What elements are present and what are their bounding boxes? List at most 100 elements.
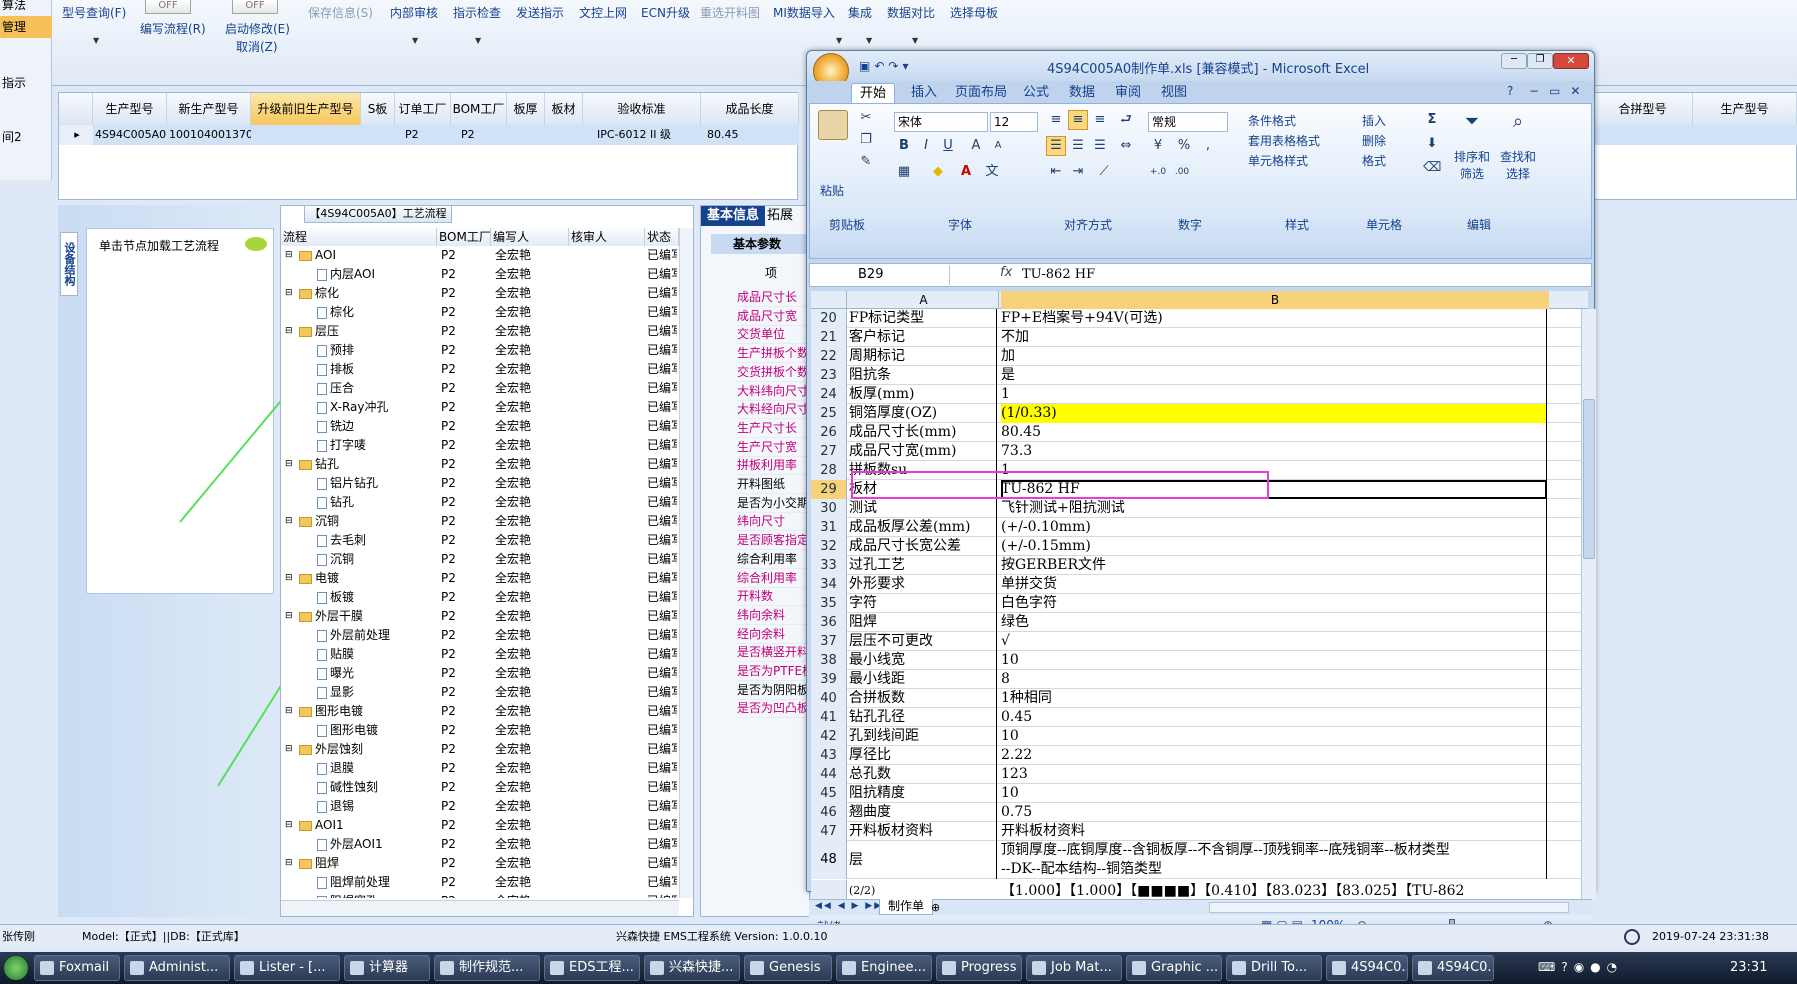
orientation-icon[interactable]: ⟋	[1094, 162, 1114, 182]
decrease-indent-icon[interactable]: ⇤	[1046, 162, 1066, 182]
row-number[interactable]: 23	[811, 366, 847, 385]
cell-style-button[interactable]: 单元格样式	[1248, 152, 1308, 169]
tree-row[interactable]: 去毛刺 P2 全宏艳 已编写	[281, 531, 677, 550]
ribbon-internal-review[interactable]: 内部审核	[390, 4, 438, 21]
cell-a[interactable]: 测试	[849, 499, 997, 518]
cell-b[interactable]: 2.22	[1001, 746, 1547, 765]
increase-decimal-icon[interactable]: +.0	[1148, 162, 1168, 182]
row-number[interactable]: 45	[811, 784, 847, 803]
sheet-tab[interactable]: 制作单	[879, 899, 934, 915]
wrap-text-icon[interactable]: ⮐	[1116, 110, 1136, 130]
taskbar-item[interactable]: 4S94C0...	[1326, 955, 1408, 981]
info-param-label[interactable]: 生产尺寸长	[737, 419, 811, 438]
cell-b[interactable]: 不加	[1001, 328, 1547, 347]
worksheet[interactable]: 20 FP标记类型 FP+E档案号+94V(可选) 21 客户标记 不加 22 周期标记加 23…	[811, 309, 1581, 899]
sheet-row[interactable]: 37 层压不可更改 √	[811, 632, 1581, 651]
cell-b[interactable]: 73.3	[1001, 442, 1547, 461]
tree-row[interactable]: ⊟ 钻孔 P2 全宏艳 已编写	[281, 455, 677, 474]
sort-filter-label[interactable]: 排序和筛选	[1452, 148, 1492, 182]
tree-col-bom[interactable]: BOM工厂	[437, 228, 491, 246]
copy-icon[interactable]: ❐	[856, 130, 876, 150]
row-number[interactable]: 29	[811, 480, 847, 499]
tree-row[interactable]: 贴膜 P2 全宏艳 已编写	[281, 645, 677, 664]
align-right-icon[interactable]: ☰	[1090, 136, 1110, 156]
info-param-label[interactable]: 开料图纸	[737, 475, 811, 494]
taskbar-item[interactable]: 计算器	[344, 955, 430, 981]
taskbar-item[interactable]: Job Mat...	[1026, 955, 1122, 981]
scroll-thumb[interactable]	[1583, 399, 1595, 559]
info-param-label[interactable]: 交货拼板个数	[737, 363, 811, 382]
fill-icon[interactable]: ⬇	[1422, 134, 1442, 154]
cell-a[interactable]: 成品尺寸宽(mm)	[849, 442, 997, 461]
row-number[interactable]: 26	[811, 423, 847, 442]
taskbar-item[interactable]: Graphic ...	[1126, 955, 1222, 981]
vertical-scrollbar[interactable]	[1581, 309, 1596, 899]
tree-row[interactable]: 铝片钻孔 P2 全宏艳 已编写	[281, 474, 677, 493]
row-number[interactable]: 37	[811, 632, 847, 651]
row-number[interactable]: 48	[811, 841, 847, 879]
info-param-label[interactable]: 是否横竖开料	[737, 643, 811, 663]
new-sheet-icon[interactable]: ⊕	[931, 901, 940, 914]
row-number[interactable]: 46	[811, 803, 847, 822]
tree-row[interactable]: 阻焊塞孔 P2 全宏艳 已编写	[281, 892, 677, 898]
ribbon-integrate[interactable]: 集成	[848, 4, 872, 21]
row-number[interactable]: 31	[811, 518, 847, 537]
tree-col-flow[interactable]: 流程	[281, 228, 437, 246]
paste-icon[interactable]	[818, 110, 848, 140]
quick-access-icons[interactable]: ▣↶↷▾	[859, 59, 912, 73]
tree-row[interactable]: 打字唛 P2 全宏艳 已编写	[281, 436, 677, 455]
insert-cells-button[interactable]: 插入	[1362, 112, 1386, 129]
cell-a[interactable]: 客户标记	[849, 328, 997, 347]
taskbar-item[interactable]: EDS工程...	[544, 955, 640, 981]
cell-a[interactable]: 外形要求	[849, 575, 997, 594]
cell-a[interactable]: 阻焊	[849, 613, 997, 632]
nav-item-manage[interactable]: 管理	[0, 16, 52, 38]
tab-equipment-structure[interactable]: 设备结构	[60, 232, 78, 296]
tree-col-reviewer[interactable]: 核审人	[569, 228, 645, 246]
cell-b[interactable]: 飞针测试+阻抗测试	[1001, 499, 1547, 518]
sheet-row[interactable]: 31 成品板厚公差(mm) (+/-0.10mm)	[811, 518, 1581, 537]
collapse-icon[interactable]: ⊟	[285, 284, 295, 303]
info-param-label[interactable]: 是否为PTFE板	[737, 662, 811, 681]
row-number[interactable]: 35	[811, 594, 847, 613]
table-format-button[interactable]: 套用表格格式	[1248, 132, 1320, 149]
cell-b[interactable]: (1/0.33)	[1001, 404, 1547, 423]
grid-cell[interactable]	[251, 125, 361, 145]
cell-b[interactable]: 10	[1001, 651, 1547, 670]
collapse-icon[interactable]: ⊟	[285, 246, 295, 265]
find-icon[interactable]: ⌕	[1504, 112, 1532, 140]
tree-row[interactable]: 预排 P2 全宏艳 已编写	[281, 341, 677, 360]
conditional-format-button[interactable]: 条件格式	[1248, 112, 1296, 129]
grid-cell[interactable]: 80.45	[701, 125, 799, 145]
grid-cell[interactable]: 10010400137037	[167, 125, 251, 145]
chevron-down-icon[interactable]: ▼	[866, 36, 872, 45]
cell-a[interactable]: 阻抗精度	[849, 784, 997, 803]
grid-header[interactable]: 成品长度	[701, 93, 799, 125]
grid-header[interactable]: 板厚	[507, 93, 545, 125]
info-param-label[interactable]: 纬向余料	[737, 606, 811, 625]
currency-icon[interactable]: ¥	[1148, 136, 1168, 156]
sheet-row-48[interactable]: 48 层 顶铜厚度--底铜厚度--含铜板厚--不含铜厚--顶残铜率--底残铜率-…	[811, 841, 1581, 879]
row-number[interactable]: 40	[811, 689, 847, 708]
font-size-select[interactable]: 12	[990, 112, 1038, 132]
minimize-icon[interactable]: ─	[1501, 53, 1527, 69]
sheet-row[interactable]: 41 钻孔孔径 0.45	[811, 708, 1581, 727]
tree-row[interactable]: 外层AOI1 P2 全宏艳 已编写	[281, 835, 677, 854]
taskbar-item[interactable]: Administ...	[124, 955, 230, 981]
tree-row[interactable]: ⊟ 沉铜 P2 全宏艳 已编写	[281, 512, 677, 531]
autosum-icon[interactable]: Σ	[1422, 110, 1442, 130]
tree-row[interactable]: 沉铜 P2 全宏艳 已编写	[281, 550, 677, 569]
grid-header[interactable]: 验收标准	[583, 93, 701, 125]
grid-cell[interactable]	[1593, 125, 1797, 145]
cell-a[interactable]: 层	[849, 841, 997, 879]
tree-scrollbar[interactable]	[679, 228, 693, 898]
restore-icon[interactable]: ❐	[1527, 53, 1553, 69]
row-number[interactable]: 32	[811, 537, 847, 556]
cell-a[interactable]: 成品尺寸长(mm)	[849, 423, 997, 442]
grid-cell[interactable]	[507, 125, 545, 145]
cell-a[interactable]: 层压不可更改	[849, 632, 997, 651]
taskbar-item[interactable]: Progress	[936, 955, 1022, 981]
collapse-icon[interactable]: ⊟	[285, 607, 295, 626]
format-painter-icon[interactable]: ✎	[856, 152, 876, 172]
taskbar-item[interactable]: 4S94C0...	[1412, 955, 1494, 981]
